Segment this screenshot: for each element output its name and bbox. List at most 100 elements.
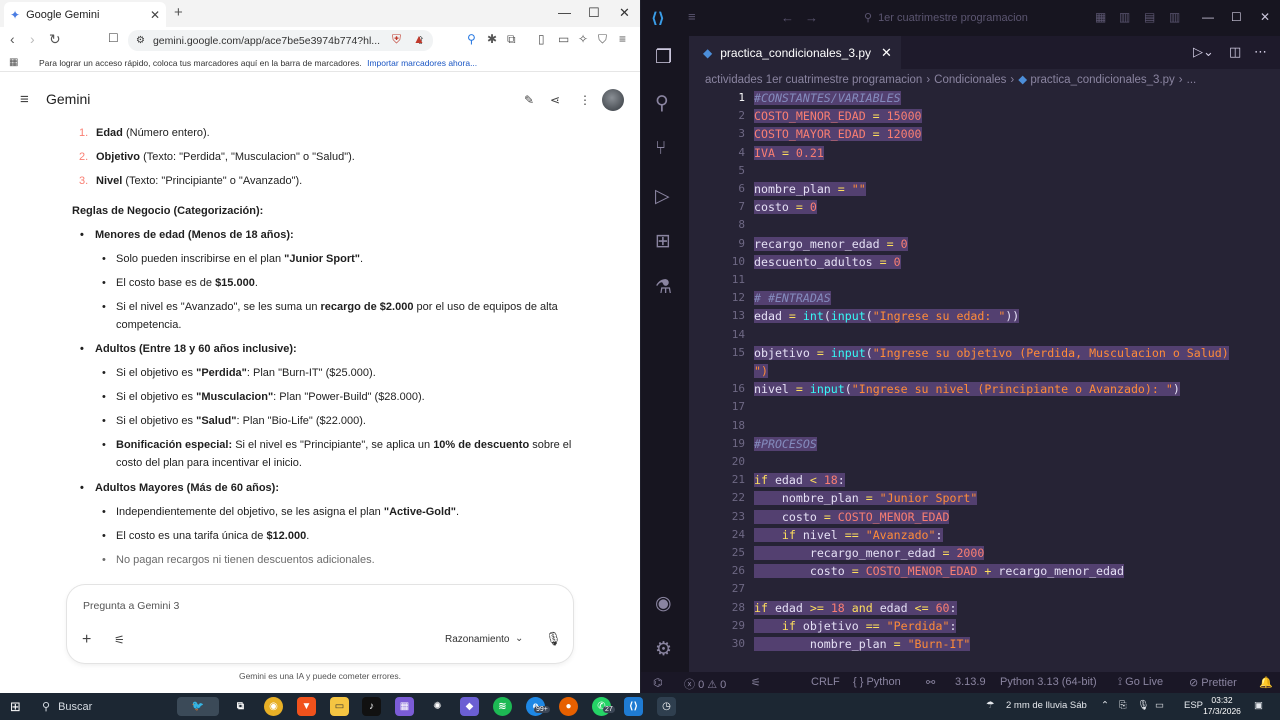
code-line[interactable]: if objetivo == "Perdida": xyxy=(754,617,957,635)
tools-icon[interactable]: ⚟ xyxy=(114,633,125,647)
store-icon[interactable]: ▦ xyxy=(395,697,414,716)
code-line[interactable]: costo = COSTO_MENOR_EDAD xyxy=(754,508,950,526)
url-bar[interactable]: ⚙ gemini.google.com/app/ace7be5e3974b774… xyxy=(128,30,433,51)
problems-indicator[interactable]: ⓧ 0 ⚠ 0 xyxy=(684,676,726,692)
app-icon[interactable]: ◷ xyxy=(657,697,676,716)
chatgpt-icon[interactable]: ✺ xyxy=(428,697,447,716)
code-line[interactable]: if edad >= 18 and edad <= 60: xyxy=(754,599,957,617)
account-icon[interactable]: ◉ xyxy=(655,592,672,615)
code-line[interactable]: COSTO_MAYOR_EDAD = 12000 xyxy=(754,125,922,143)
source-control-icon[interactable]: ⑂ xyxy=(655,138,666,160)
toggle-panel-icon[interactable]: ▤ xyxy=(1144,10,1155,24)
microphone-icon[interactable]: 🎙 xyxy=(545,631,562,647)
code-line[interactable]: costo = COSTO_MENOR_EDAD + recargo_menor… xyxy=(754,562,1124,580)
apps-grid-icon[interactable]: ▦ xyxy=(9,57,18,68)
prompt-placeholder[interactable]: Pregunta a Gemini 3 xyxy=(83,600,179,612)
show-hidden-icons[interactable]: ⌃ xyxy=(1101,700,1109,711)
menu-icon[interactable]: ≡ xyxy=(688,9,696,24)
more-actions-icon[interactable]: ⋯ xyxy=(1254,44,1267,60)
eol-indicator[interactable]: CRLF xyxy=(811,676,840,688)
tab-gemini[interactable]: ✦ Google Gemini ✕ xyxy=(4,2,166,27)
explorer-icon[interactable]: ❐ xyxy=(655,46,672,69)
vscode-taskbar-icon[interactable]: ⟨⟩ xyxy=(624,697,643,716)
close-window-icon[interactable]: ✕ xyxy=(619,5,630,21)
code-line[interactable]: nombre_plan = "Burn-IT" xyxy=(754,635,971,653)
close-window-icon[interactable]: ✕ xyxy=(1260,10,1270,24)
toggle-sidebar-icon[interactable]: ▥ xyxy=(1119,10,1130,24)
microphone-icon[interactable]: 🎙 xyxy=(1137,700,1149,711)
firefox-icon[interactable]: ● xyxy=(559,697,578,716)
code-line[interactable]: #CONSTANTES/VARIABLES xyxy=(754,89,901,107)
more-options-icon[interactable]: ⋮ xyxy=(579,93,591,107)
code-line[interactable]: nombre_plan = "Junior Sport" xyxy=(754,489,978,507)
remote-icon[interactable]: ⌬ xyxy=(653,676,663,689)
spotify-icon[interactable]: ≋ xyxy=(493,697,512,716)
code-line[interactable]: if nivel == "Avanzado": xyxy=(754,526,943,544)
notifications-icon[interactable]: 🔔 xyxy=(1259,676,1273,689)
toggle-secondary-sidebar-icon[interactable]: ▥ xyxy=(1169,10,1180,24)
vpn-icon[interactable]: ⛉ xyxy=(598,32,607,47)
prompt-input[interactable]: Pregunta a Gemini 3 + ⚟ Razonamiento ⌄ 🎙 xyxy=(67,585,573,663)
minimize-icon[interactable]: — xyxy=(558,5,571,20)
avatar[interactable] xyxy=(602,89,624,111)
tab-practica-condicionales[interactable]: ◆ practica_condicionales_3.py ✕ xyxy=(689,36,901,69)
code-line[interactable]: #PROCESOS xyxy=(754,435,817,453)
forward-icon[interactable]: → xyxy=(805,10,818,25)
code-line[interactable]: if edad < 18: xyxy=(754,471,845,489)
run-file-icon[interactable]: ▷⌄ xyxy=(1193,44,1214,60)
brave-icon[interactable]: ▼ xyxy=(297,697,316,716)
customize-layout-icon[interactable]: ▦ xyxy=(1095,10,1106,24)
import-bookmarks-link[interactable]: Importar marcadores ahora... xyxy=(367,58,477,68)
breadcrumb-item[interactable]: Condicionales xyxy=(934,74,1006,86)
search-icon[interactable]: ⚲ xyxy=(655,92,669,115)
wallet-icon[interactable]: ▭ xyxy=(558,32,569,46)
weather-icon[interactable]: ☂ xyxy=(986,700,995,711)
prettier-status[interactable]: ⊘ Prettier xyxy=(1189,676,1237,689)
main-menu-icon[interactable]: ≡ xyxy=(20,91,29,108)
breadcrumb-item[interactable]: practica_condicionales_3.py xyxy=(1030,74,1174,86)
back-icon[interactable]: ← xyxy=(781,10,794,25)
interpreter-selector[interactable]: Python 3.13 (64-bit) xyxy=(1000,676,1097,688)
close-tab-icon[interactable]: ✕ xyxy=(881,45,892,61)
windows-start-icon[interactable]: ⊞ xyxy=(10,699,21,715)
code-line[interactable]: # #ENTRADAS xyxy=(754,289,831,307)
menu-icon[interactable]: ≡ xyxy=(619,32,626,46)
task-view-icon[interactable]: ⧉ xyxy=(231,697,250,716)
clock[interactable]: 03:32 17/3/2026 xyxy=(1202,695,1242,717)
command-center-search[interactable]: ⚲ 1er cuatrimestre programacion xyxy=(864,11,1028,24)
leo-icon[interactable]: ✧ xyxy=(578,32,588,46)
screenshot-icon[interactable]: ⧉ xyxy=(507,32,516,47)
copilot-icon[interactable]: ⚯ xyxy=(926,676,935,689)
add-attachment-icon[interactable]: + xyxy=(82,631,91,649)
code-line[interactable]: IVA = 0.21 xyxy=(754,144,824,162)
language-indicator[interactable]: ESP xyxy=(1184,700,1203,711)
site-info-icon[interactable]: ⚙ xyxy=(136,35,145,46)
breadcrumb-item[interactable]: actividades 1er cuatrimestre programacio… xyxy=(705,74,922,86)
python-version[interactable]: 3.13.9 xyxy=(955,676,986,688)
ports-icon[interactable]: ⚟ xyxy=(751,676,761,689)
file-explorer-icon[interactable]: ▭ xyxy=(330,697,349,716)
maximize-icon[interactable]: ☐ xyxy=(588,5,600,21)
new-tab-icon[interactable]: + xyxy=(174,4,183,21)
translate-icon[interactable]: ⚲ xyxy=(467,32,476,46)
brave-shield-icon[interactable]: ⛨ xyxy=(392,32,401,47)
settings-gear-icon[interactable]: ⚙ xyxy=(655,638,672,661)
new-chat-icon[interactable]: ✎ xyxy=(524,93,534,107)
extensions-icon[interactable]: ⊞ xyxy=(655,230,671,253)
rewards-icon[interactable]: ▲ xyxy=(413,32,425,46)
code-line[interactable]: nivel = input("Ingrese su nivel (Princip… xyxy=(754,380,1180,398)
share-chat-icon[interactable]: ⋖ xyxy=(550,93,560,107)
code-line[interactable]: objetivo = input("Ingrese su objetivo (P… xyxy=(754,344,1229,362)
code-line[interactable]: recargo_menor_edad = 2000 xyxy=(754,544,985,562)
app-icon[interactable]: ◆ xyxy=(460,697,479,716)
go-live-button[interactable]: ⟟ Go Live xyxy=(1118,676,1163,689)
bookmark-icon[interactable]: ☐ xyxy=(108,31,119,45)
testing-icon[interactable]: ⚗ xyxy=(655,276,672,299)
tiktok-icon[interactable]: ♪ xyxy=(362,697,381,716)
maximize-icon[interactable]: ☐ xyxy=(1231,10,1242,24)
chrome-icon[interactable]: ◉ xyxy=(264,697,283,716)
back-icon[interactable]: ‹ xyxy=(10,31,15,47)
code-line[interactable]: recargo_menor_edad = 0 xyxy=(754,235,908,253)
code-line[interactable]: edad = int(input("Ingrese su edad: ")) xyxy=(754,307,1020,325)
sidebar-icon[interactable]: ▯ xyxy=(538,32,545,46)
